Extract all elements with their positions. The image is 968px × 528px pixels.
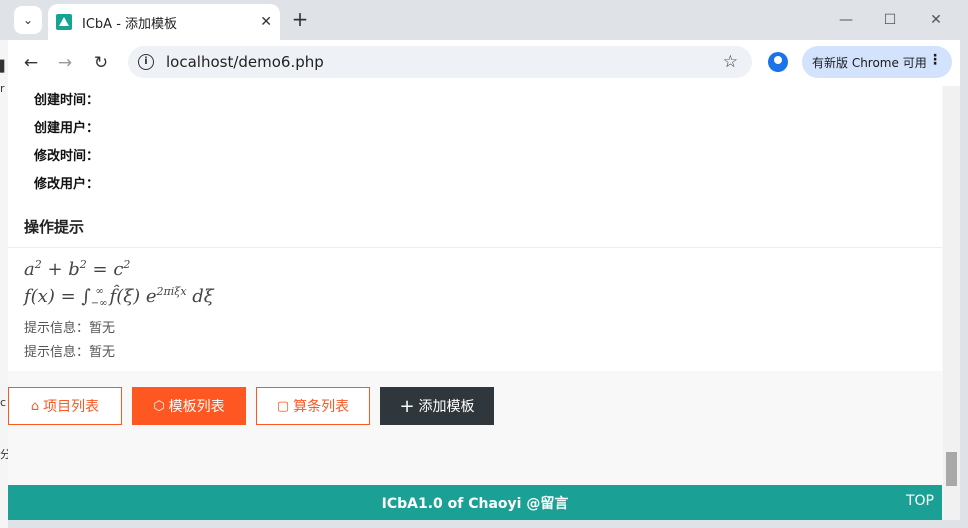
modified-time-label: 修改时间： bbox=[34, 149, 100, 164]
back-to-top-link[interactable]: TOP bbox=[906, 493, 934, 509]
note-icon: ▢ bbox=[276, 398, 290, 414]
chevron-down-icon: ⌄ bbox=[22, 13, 34, 27]
page-footer: ICbA1.0 of Chaoyi @留言 TOP bbox=[8, 485, 942, 520]
page-viewport: 创建时间： 创建用户： 修改时间： 修改用户： 操作提示 a2 + b2 = c… bbox=[8, 86, 960, 520]
forward-button[interactable]: → bbox=[52, 50, 78, 76]
background-window-edge: ▌ r c 分 bbox=[0, 40, 11, 528]
tab-close-icon[interactable]: ✕ bbox=[260, 14, 272, 30]
bookmark-star-icon[interactable]: ☆ bbox=[723, 52, 738, 72]
add-template-button[interactable]: + 添加模板 bbox=[380, 387, 494, 425]
cube-icon: ⬡ bbox=[153, 398, 165, 414]
profile-avatar-icon[interactable] bbox=[768, 52, 788, 72]
button-label: 添加模板 bbox=[418, 399, 475, 415]
url-text[interactable]: localhost/demo6.php bbox=[166, 53, 723, 71]
divider bbox=[8, 247, 942, 248]
calc-list-button[interactable]: ▢ 算条列表 bbox=[256, 387, 370, 425]
back-button[interactable]: ← bbox=[18, 50, 44, 76]
template-info-card: 创建时间： 创建用户： 修改时间： 修改用户： 操作提示 a2 + b2 = c… bbox=[8, 86, 942, 371]
behind-char: c bbox=[0, 396, 7, 409]
behind-char: ▌ bbox=[0, 60, 9, 73]
kebab-menu-icon[interactable]: ⋮ bbox=[928, 52, 942, 68]
scrollbar-thumb[interactable] bbox=[946, 452, 957, 486]
maximize-button[interactable]: ☐ bbox=[870, 6, 910, 34]
template-list-button[interactable]: ⬡ 模板列表 bbox=[132, 387, 246, 425]
background-window-edge-right bbox=[960, 0, 968, 528]
button-label: 模板列表 bbox=[168, 399, 225, 415]
site-favicon-icon bbox=[56, 14, 72, 30]
address-bar[interactable]: i localhost/demo6.php ☆ bbox=[128, 46, 752, 78]
site-info-icon[interactable]: i bbox=[138, 54, 154, 70]
plus-icon: + bbox=[399, 395, 415, 417]
browser-tab[interactable]: ICbA - 添加模板 ✕ bbox=[48, 4, 280, 40]
window-close-button[interactable]: ✕ bbox=[916, 6, 956, 34]
footer-text[interactable]: ICbA1.0 of Chaoyi @留言 bbox=[8, 493, 942, 513]
hint-text: 提示信息：暂无 bbox=[24, 321, 116, 336]
reload-button[interactable]: ↻ bbox=[88, 50, 114, 76]
tab-search-dropdown[interactable]: ⌄ bbox=[14, 6, 42, 34]
minimize-button[interactable]: — bbox=[826, 6, 866, 34]
update-label: 有新版 Chrome 可用 bbox=[812, 55, 927, 70]
created-time-label: 创建时间： bbox=[34, 93, 100, 108]
behind-char: r bbox=[0, 82, 5, 95]
formula-pythagoras: a2 + b2 = c2 bbox=[24, 258, 131, 280]
button-label: 项目列表 bbox=[43, 399, 100, 415]
button-label: 算条列表 bbox=[293, 399, 350, 415]
section-title: 操作提示 bbox=[24, 218, 85, 236]
formula-fourier: f(x) = ∫−∞∞ f̂(ξ) e2πiξx dξ bbox=[24, 285, 214, 309]
modified-user-label: 修改用户： bbox=[34, 177, 100, 192]
home-icon: ⌂ bbox=[30, 398, 40, 414]
new-tab-button[interactable]: + bbox=[288, 8, 312, 32]
browser-toolbar: ← → ↻ i localhost/demo6.php ☆ 有新版 Chrome… bbox=[8, 40, 960, 86]
tab-title: ICbA - 添加模板 bbox=[82, 16, 178, 32]
vertical-scrollbar[interactable] bbox=[943, 86, 960, 520]
project-list-button[interactable]: ⌂ 项目列表 bbox=[8, 387, 122, 425]
chrome-update-button[interactable]: 有新版 Chrome 可用 ⋮ bbox=[802, 46, 952, 78]
hint-text: 提示信息：暂无 bbox=[24, 345, 116, 360]
created-user-label: 创建用户： bbox=[34, 121, 100, 136]
